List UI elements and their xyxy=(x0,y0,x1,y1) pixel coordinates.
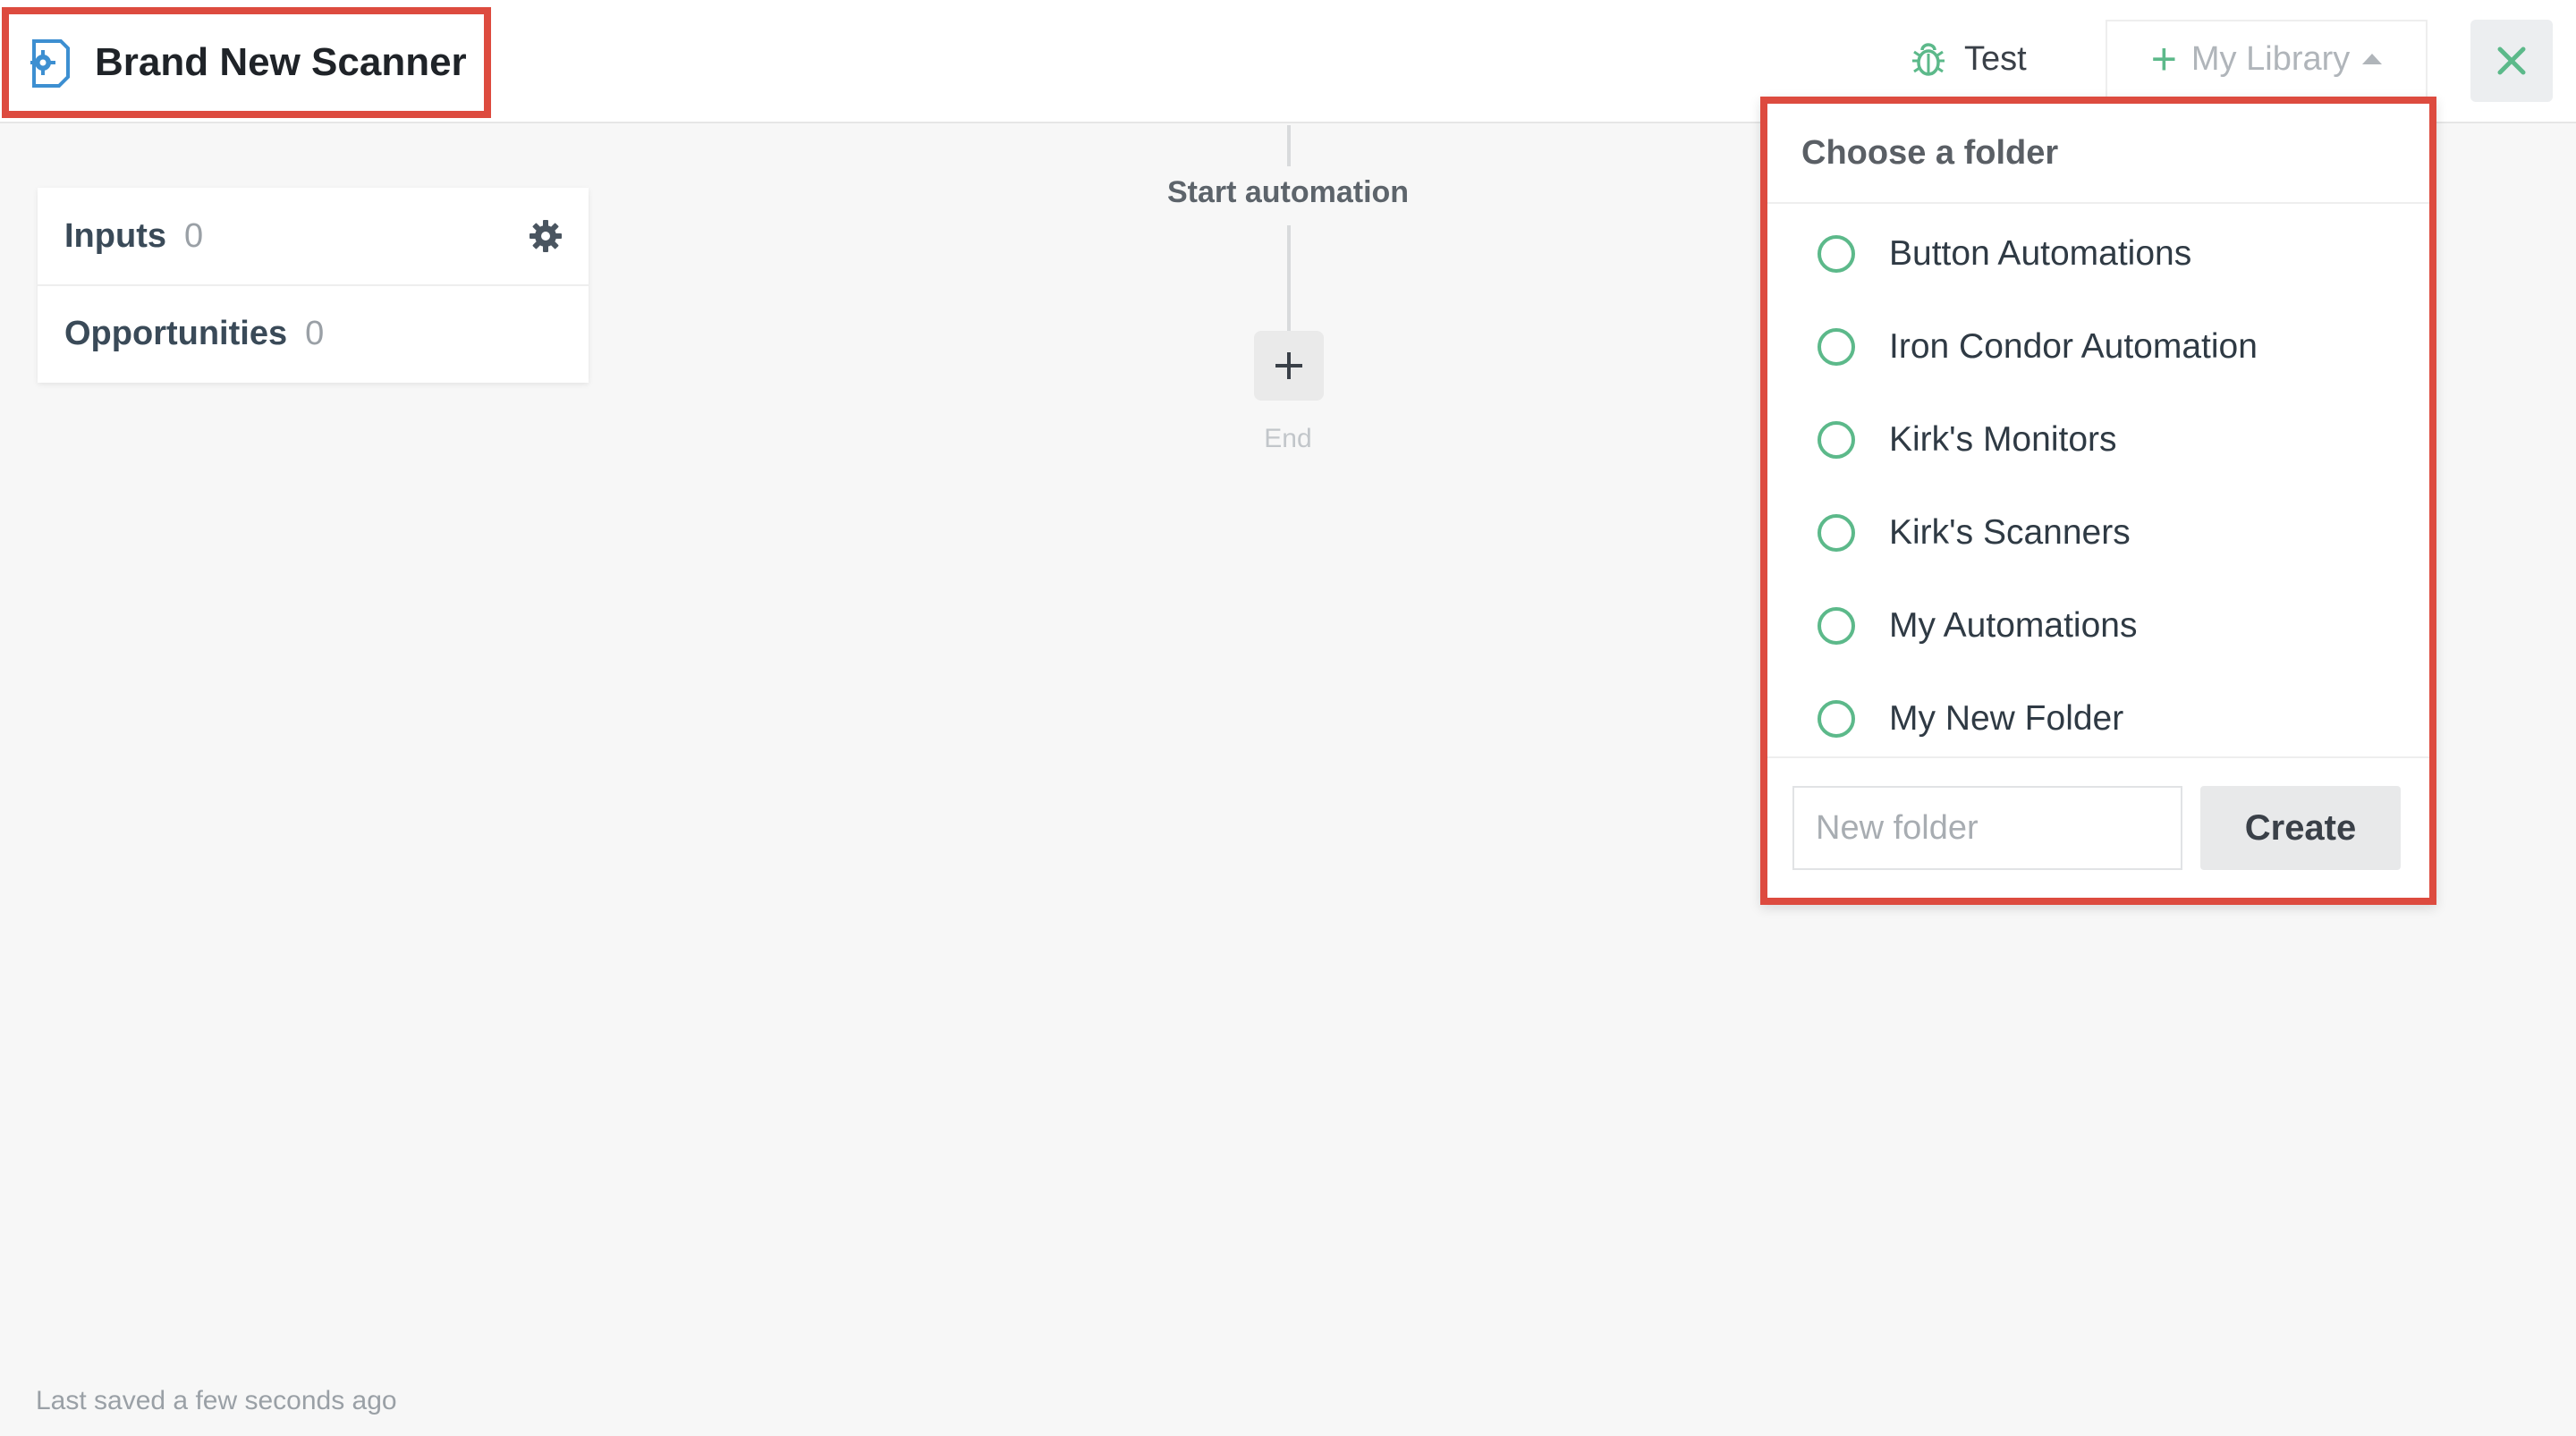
plus-icon xyxy=(1275,352,1302,379)
plus-icon: + xyxy=(2150,34,2177,84)
radio-button[interactable] xyxy=(1818,607,1855,645)
end-label: End xyxy=(1264,424,1312,453)
inputs-count: 0 xyxy=(183,216,204,255)
radio-button[interactable] xyxy=(1818,235,1855,273)
new-folder-form: Create xyxy=(1767,756,2429,898)
opportunities-row[interactable]: Opportunities 0 xyxy=(38,284,589,381)
folder-option[interactable]: My New Folder xyxy=(1767,672,2429,765)
gear-icon[interactable] xyxy=(528,218,564,254)
bug-icon xyxy=(1912,43,1945,76)
radio-button[interactable] xyxy=(1818,700,1855,738)
scanner-title[interactable]: Brand New Scanner xyxy=(2,7,491,118)
opportunities-label: Opportunities xyxy=(64,314,288,352)
radio-button[interactable] xyxy=(1818,328,1855,366)
test-label: Test xyxy=(1964,39,2027,78)
folder-option[interactable]: Iron Condor Automation xyxy=(1767,300,2429,393)
dropdown-title: Choose a folder xyxy=(1767,104,2429,204)
folder-option[interactable]: My Automations xyxy=(1767,579,2429,672)
add-step-button[interactable] xyxy=(1254,331,1324,401)
close-icon xyxy=(2497,46,2526,75)
folder-label: Kirk's Monitors xyxy=(1889,420,2117,459)
folder-list: Button Automations Iron Condor Automatio… xyxy=(1767,204,2429,765)
test-button[interactable]: Test xyxy=(1909,30,2027,88)
folder-label: Button Automations xyxy=(1889,234,2192,273)
scanner-summary-panel: Inputs 0 Opportunities 0 xyxy=(38,188,589,383)
radio-button[interactable] xyxy=(1818,514,1855,552)
folder-option[interactable]: Button Automations xyxy=(1767,207,2429,300)
folder-label: My New Folder xyxy=(1889,699,2124,738)
folder-label: Kirk's Scanners xyxy=(1889,513,2131,552)
flow-connector xyxy=(1287,225,1291,331)
my-library-label: My Library xyxy=(2190,39,2351,78)
folder-label: My Automations xyxy=(1889,606,2138,645)
flow-connector-top xyxy=(1287,125,1291,166)
inputs-row[interactable]: Inputs 0 xyxy=(38,188,589,284)
inputs-label: Inputs xyxy=(64,216,166,255)
choose-folder-dropdown: Choose a folder Button Automations Iron … xyxy=(1760,97,2436,905)
new-folder-input[interactable] xyxy=(1792,786,2182,870)
opportunities-count: 0 xyxy=(305,314,325,352)
close-button[interactable] xyxy=(2470,20,2553,102)
scanner-gear-icon xyxy=(30,39,70,88)
last-saved-status: Last saved a few seconds ago xyxy=(36,1386,397,1415)
folder-label: Iron Condor Automation xyxy=(1889,327,2258,366)
radio-button[interactable] xyxy=(1818,421,1855,459)
page-title: Brand New Scanner xyxy=(95,40,467,84)
caret-up-icon xyxy=(2362,54,2383,64)
folder-option[interactable]: Kirk's Scanners xyxy=(1767,486,2429,579)
start-automation-label: Start automation xyxy=(1166,175,1410,209)
create-folder-button[interactable]: Create xyxy=(2200,786,2401,870)
folder-option[interactable]: Kirk's Monitors xyxy=(1767,393,2429,486)
my-library-button[interactable]: + My Library xyxy=(2106,20,2428,98)
